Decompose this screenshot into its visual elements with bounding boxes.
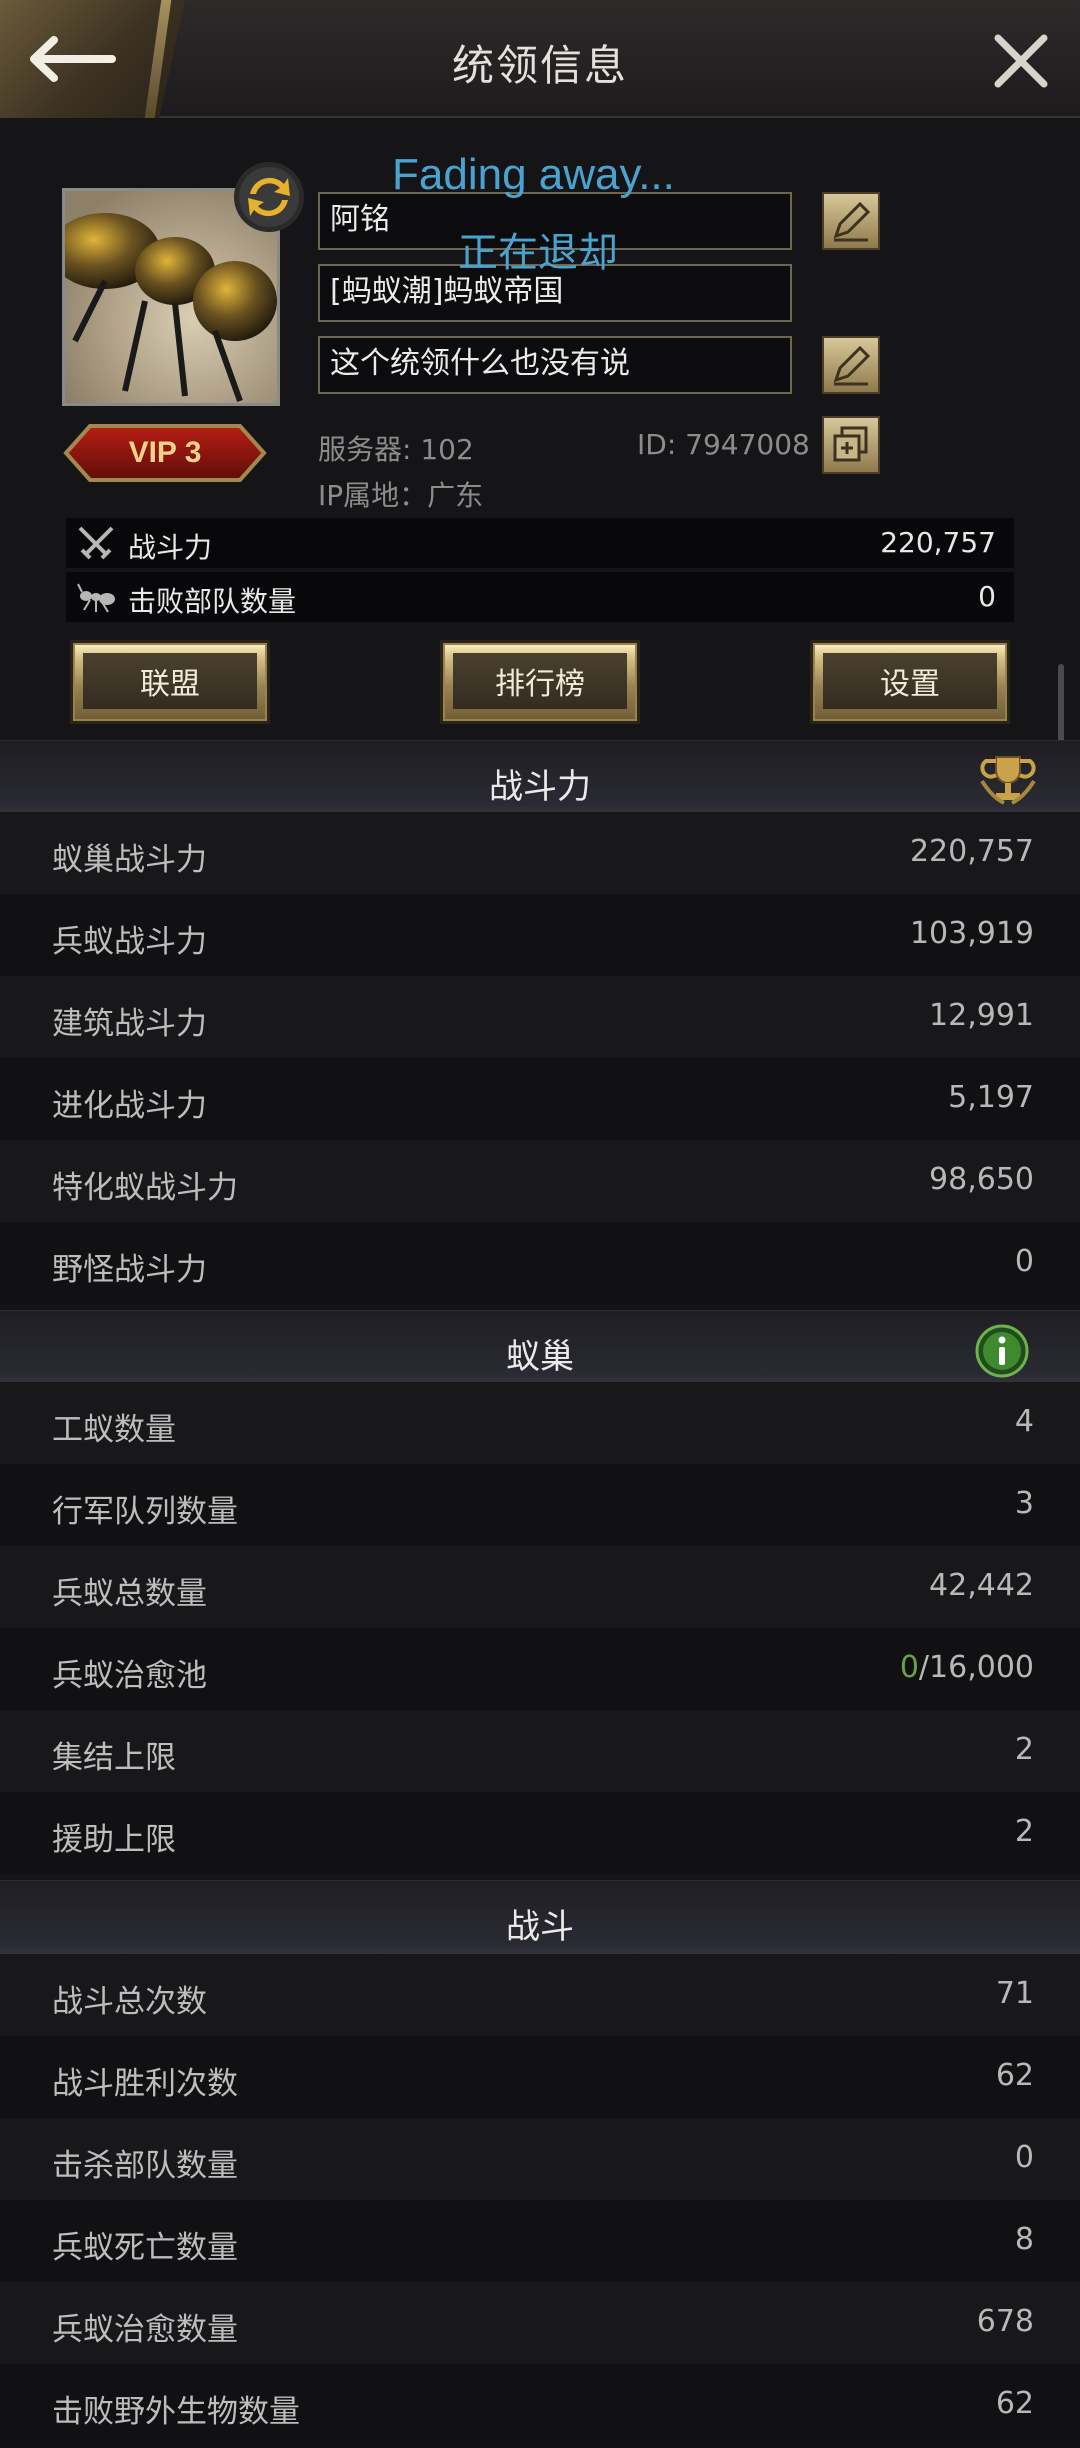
row-label: 行军队列数量 (52, 1494, 238, 1530)
heal-pool-max: /16,000 (918, 1650, 1034, 1685)
row-value: 2 (1014, 1814, 1034, 1849)
page-title: 统领信息 (451, 41, 628, 90)
row-label: 蚁巢战斗力 (52, 842, 207, 878)
section-title: 战斗 (506, 1907, 574, 1947)
row-value: 62 (995, 2386, 1034, 2421)
summary-defeated-row: 击败部队数量 0 (66, 572, 1014, 622)
list-item: 建筑战斗力 12,991 (0, 976, 1080, 1058)
edit-signature-button[interactable] (822, 336, 880, 394)
list-item: 蚁巢战斗力 220,757 (0, 812, 1080, 894)
summary-label: 击败部队数量 (128, 585, 297, 618)
list-item: 兵蚁治愈数量 678 (0, 2282, 1080, 2364)
row-label: 击败野外生物数量 (52, 2394, 300, 2430)
row-label: 集结上限 (52, 1740, 176, 1776)
row-label: 野怪战斗力 (52, 1252, 207, 1288)
row-label: 战斗总次数 (52, 1984, 207, 2020)
list-item: 进化战斗力 5,197 (0, 1058, 1080, 1140)
row-label: 建筑战斗力 (52, 1006, 207, 1042)
battle-section-header: 战斗 (0, 1880, 1080, 1960)
signature-field: 这个统领什么也没有说 (318, 336, 792, 394)
row-value: 103,919 (909, 916, 1034, 951)
row-label: 进化战斗力 (52, 1088, 207, 1124)
ant-icon (77, 583, 115, 613)
fading-status-text: Fading away... (392, 150, 675, 199)
section-title: 战斗力 (489, 767, 591, 807)
row-label: 兵蚁治愈池 (52, 1658, 207, 1694)
heal-pool-current: 0 (899, 1650, 919, 1685)
ranking-button-label: 排行榜 (453, 653, 627, 709)
settings-button-label: 设置 (823, 653, 997, 709)
list-item: 兵蚁死亡数量 8 (0, 2200, 1080, 2282)
row-value: 678 (976, 2304, 1034, 2339)
row-value: 71 (995, 1976, 1034, 2011)
row-value: 3 (1014, 1486, 1034, 1521)
row-value: 0 (1014, 1244, 1034, 1279)
row-value: 4 (1014, 1404, 1034, 1439)
summary-value: 0 (978, 580, 996, 613)
list-item: 兵蚁总数量 42,442 (0, 1546, 1080, 1628)
ip-location: IP属地：广东 (318, 479, 484, 512)
pencil-icon (833, 345, 871, 386)
player-id: ID: 7947008 (637, 428, 810, 461)
row-label: 兵蚁死亡数量 (52, 2230, 238, 2266)
row-label: 兵蚁总数量 (52, 1576, 207, 1612)
trophy-icon[interactable] (978, 751, 1038, 809)
top-bar: 统领信息 (0, 0, 1080, 118)
list-item: 兵蚁战斗力 103,919 (0, 894, 1080, 976)
ranking-button[interactable]: 排行榜 (440, 640, 640, 724)
row-value: 8 (1014, 2222, 1034, 2257)
vip-badge[interactable]: VIP 3 (62, 422, 268, 484)
pencil-icon (833, 201, 871, 242)
list-item: 行军队列数量 3 (0, 1464, 1080, 1546)
list-item: 野怪战斗力 0 (0, 1222, 1080, 1304)
back-button[interactable] (0, 0, 185, 118)
fading-status-text-cn: 正在退却 (458, 230, 618, 276)
power-section-header: 战斗力 (0, 740, 1080, 820)
server-label: 服务器: 102 (318, 433, 474, 466)
row-label: 战斗胜利次数 (52, 2066, 238, 2102)
edit-name-button[interactable] (822, 192, 880, 250)
summary-power-row: 战斗力 220,757 (66, 518, 1014, 568)
row-label: 兵蚁治愈数量 (52, 2312, 238, 2348)
list-item: 特化蚁战斗力 98,650 (0, 1140, 1080, 1222)
row-label: 兵蚁战斗力 (52, 924, 207, 960)
change-avatar-icon[interactable] (232, 160, 306, 234)
heal-pool-value: 0/16,000 (900, 1650, 1034, 1685)
list-item: 集结上限 2 (0, 1710, 1080, 1792)
settings-button[interactable]: 设置 (810, 640, 1010, 724)
list-item: 战斗胜利次数 62 (0, 2036, 1080, 2118)
copy-icon (833, 426, 868, 462)
close-icon[interactable] (992, 32, 1050, 90)
row-label: 工蚁数量 (52, 1412, 176, 1448)
alliance-button-label: 联盟 (83, 653, 257, 709)
row-value: 98,650 (929, 1162, 1034, 1197)
row-value: 2 (1014, 1732, 1034, 1767)
section-title: 蚁巢 (506, 1337, 574, 1377)
list-item: 击败野外生物数量 62 (0, 2364, 1080, 2448)
list-item: 援助上限 2 (0, 1792, 1080, 1874)
back-arrow-icon (30, 36, 116, 82)
row-value: 0 (1014, 2140, 1034, 2175)
row-value: 12,991 (929, 998, 1034, 1033)
crossed-swords-icon (78, 526, 114, 560)
row-label: 援助上限 (52, 1822, 176, 1858)
row-label: 击杀部队数量 (52, 2148, 238, 2184)
summary-value: 220,757 (880, 526, 996, 559)
row-value: 220,757 (909, 834, 1034, 869)
copy-id-button[interactable] (822, 416, 880, 474)
row-value: 5,197 (948, 1080, 1034, 1115)
info-icon[interactable] (974, 1323, 1030, 1379)
row-label: 特化蚁战斗力 (52, 1170, 238, 1206)
list-item: 战斗总次数 71 (0, 1954, 1080, 2036)
list-item: 工蚁数量 4 (0, 1382, 1080, 1464)
row-value: 42,442 (929, 1568, 1034, 1603)
nest-section-header: 蚁巢 (0, 1310, 1080, 1390)
row-value: 62 (995, 2058, 1034, 2093)
summary-label: 战斗力 (128, 531, 213, 564)
list-item: 兵蚁治愈池 0/16,000 (0, 1628, 1080, 1710)
list-item: 击杀部队数量 0 (0, 2118, 1080, 2200)
alliance-button[interactable]: 联盟 (70, 640, 270, 724)
vip-level: VIP 3 (128, 436, 202, 469)
